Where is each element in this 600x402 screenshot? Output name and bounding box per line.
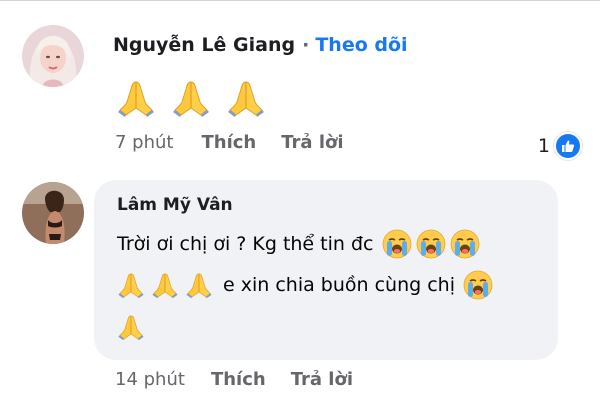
comment-text-line: Trời ơi chị ơi ? Kg thể tin đc [117, 229, 480, 259]
comment-body [116, 78, 266, 118]
comment-text-line: e xin chia buồn cùng chị [117, 270, 493, 300]
folded-hands-emoji [185, 271, 213, 299]
avatar[interactable] [22, 182, 84, 244]
like-icon [554, 132, 582, 160]
folded-hands-emoji [117, 313, 145, 341]
like-button[interactable]: Thích [211, 369, 266, 390]
author-name[interactable]: Lâm Mỹ Vân [117, 195, 233, 215]
comment-actions: 14 phút Thích Trả lời [115, 369, 353, 390]
comment-item: Nguyễn Lê Giang · Theo dõi 7 phút Thích Tr… [0, 0, 600, 165]
comment-bubble: Lâm Mỹ Vân Trời ơi chị ơi ? Kg thể tin đ… [94, 180, 558, 360]
loudly-crying-face-emoji [450, 229, 480, 259]
author-line: Nguyễn Lê Giang · Theo dõi [113, 34, 408, 56]
comment-text: e xin chia buồn cùng chị [223, 274, 455, 296]
like-button[interactable]: Thích [201, 132, 256, 153]
loudly-crying-face-emoji [382, 229, 412, 259]
folded-hands-emoji [117, 271, 145, 299]
reaction-summary[interactable]: 1 [538, 132, 582, 160]
loudly-crying-face-emoji [463, 270, 493, 300]
comment-text-line [117, 313, 145, 341]
folded-hands-emoji [226, 78, 266, 118]
separator-dot: · [302, 34, 310, 56]
reaction-count: 1 [537, 135, 550, 157]
timestamp[interactable]: 14 phút [115, 369, 185, 390]
folded-hands-emoji [171, 78, 211, 118]
follow-button[interactable]: Theo dõi [315, 34, 407, 56]
timestamp[interactable]: 7 phút [115, 132, 173, 153]
loudly-crying-face-emoji [416, 229, 446, 259]
avatar[interactable] [22, 25, 84, 87]
author-name[interactable]: Nguyễn Lê Giang [113, 34, 295, 56]
reply-button[interactable]: Trả lời [281, 132, 343, 153]
folded-hands-emoji [151, 271, 179, 299]
comment-text: Trời ơi chị ơi ? Kg thể tin đc [117, 233, 374, 255]
comment-item: Lâm Mỹ Vân Trời ơi chị ơi ? Kg thể tin đ… [0, 165, 600, 402]
reply-button[interactable]: Trả lời [291, 369, 353, 390]
comment-actions: 7 phút Thích Trả lời [115, 132, 344, 153]
folded-hands-emoji [116, 78, 156, 118]
